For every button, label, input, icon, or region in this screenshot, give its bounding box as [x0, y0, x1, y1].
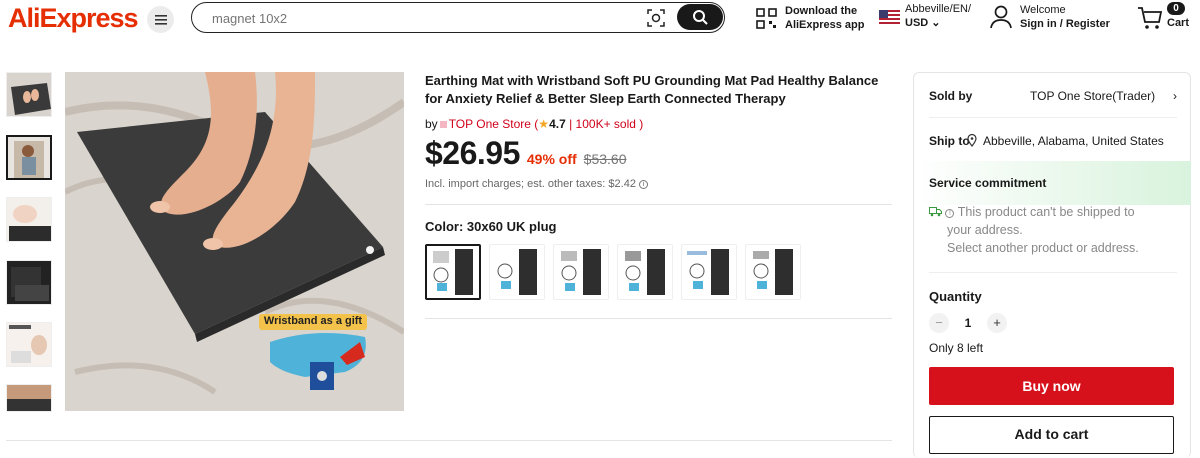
buy-now-button[interactable]: Buy now: [929, 367, 1174, 405]
user-icon: [990, 5, 1012, 29]
seller-name[interactable]: TOP One Store(Trader): [1030, 89, 1155, 103]
rating-value: 4.7: [549, 117, 566, 131]
tax-note-text: Incl. import charges; est. other taxes: …: [425, 178, 636, 190]
thumbnail-5[interactable]: [6, 322, 52, 367]
product-info: Earthing Mat with Wristband Soft PU Grou…: [425, 72, 892, 319]
current-price: $26.95: [425, 135, 520, 171]
app-download-line1: Download the: [785, 5, 858, 17]
by-label: by: [425, 117, 438, 131]
variant-option[interactable]: [681, 244, 737, 300]
variant-option[interactable]: [489, 244, 545, 300]
info-icon: !: [945, 209, 955, 218]
ship-to-label: Ship to: [929, 134, 970, 148]
us-flag-icon: [879, 10, 900, 24]
chevron-right-icon: ›: [1173, 89, 1177, 103]
variant-option[interactable]: [425, 244, 481, 300]
search-input[interactable]: [212, 9, 632, 27]
increase-quantity-button[interactable]: +: [987, 313, 1007, 333]
quantity-row: Quantity: [929, 289, 1177, 304]
service-message-1: This product can't be shipped to: [957, 205, 1135, 219]
image-search-icon[interactable]: [647, 9, 665, 27]
quantity-label: Quantity: [929, 289, 982, 304]
truck-icon: [929, 207, 942, 217]
qr-code-icon: [756, 7, 777, 29]
variant-option[interactable]: [617, 244, 673, 300]
star-icon: ★: [538, 117, 550, 131]
region-line1: Abbeville/EN/: [905, 3, 972, 15]
search-button[interactable]: [677, 4, 723, 30]
section-divider: [6, 440, 892, 441]
cart-label: Cart: [1167, 17, 1190, 29]
top-header: AliExpress Download the AliExpress app: [0, 0, 1200, 38]
cart-count-badge: 0: [1167, 2, 1185, 15]
add-to-cart-button[interactable]: Add to cart: [929, 416, 1174, 454]
thumbnail-4[interactable]: [6, 260, 52, 305]
quantity-stepper: − 1 +: [929, 313, 1007, 333]
hamburger-icon: [154, 14, 167, 25]
service-message-2: your address.: [947, 223, 1023, 237]
location-pin-icon: [967, 134, 977, 147]
account-link[interactable]: Welcome Sign in / Register: [990, 3, 1110, 31]
search-bar: [191, 2, 725, 33]
service-row: Service commitment: [929, 176, 1177, 190]
currency-label: USD: [905, 17, 929, 29]
aliexpress-logo[interactable]: AliExpress: [8, 3, 139, 34]
search-icon: [693, 10, 708, 25]
quantity-value[interactable]: 1: [949, 316, 987, 330]
thumbnail-6[interactable]: [6, 384, 52, 412]
sold-by-label: Sold by: [929, 89, 973, 103]
ship-to-row[interactable]: Ship to Abbeville, Alabama, United State…: [929, 134, 1177, 148]
tax-note: Incl. import charges; est. other taxes: …: [425, 178, 892, 190]
service-message: ! This product can't be shipped to your …: [929, 203, 1177, 257]
info-icon[interactable]: i: [639, 179, 649, 189]
sold-by-row[interactable]: Sold by TOP One Store(Trader) ›: [929, 89, 1177, 103]
color-label: Color: 30x60 UK plug: [425, 219, 557, 234]
price-row: $26.95 49% off $53.60: [425, 135, 892, 172]
store-icon: [439, 121, 447, 128]
service-label: Service commitment: [929, 176, 1047, 190]
region-selector[interactable]: Abbeville/EN/ USD ⌄: [879, 2, 971, 30]
store-link[interactable]: TOP One Store: [449, 117, 531, 131]
sold-count: | 100K+ sold ): [569, 117, 644, 131]
divider: [425, 318, 892, 319]
menu-button[interactable]: [147, 6, 174, 33]
divider: [929, 117, 1177, 118]
product-main-image[interactable]: Wristband as a gift: [65, 72, 404, 411]
variant-list: [425, 244, 892, 300]
earthing-mat-photo: [65, 72, 404, 411]
thumbnail-2[interactable]: [6, 135, 52, 180]
divider: [425, 204, 892, 205]
app-download-line2: AliExpress app: [785, 19, 865, 31]
welcome-text: Welcome: [1020, 4, 1066, 16]
service-message-3: Select another product or address.: [947, 241, 1139, 255]
thumbnail-1[interactable]: [6, 72, 52, 117]
cart-link[interactable]: 0 Cart: [1137, 2, 1197, 34]
original-price: $53.60: [583, 151, 627, 167]
variant-option[interactable]: [553, 244, 609, 300]
chevron-down-icon: ⌄: [931, 17, 941, 29]
gift-caption: Wristband as a gift: [263, 315, 363, 327]
divider: [929, 272, 1177, 273]
variant-option[interactable]: [745, 244, 801, 300]
sign-in-register[interactable]: Sign in / Register: [1020, 17, 1110, 31]
cart-icon: [1138, 7, 1163, 29]
app-download-link[interactable]: Download the AliExpress app: [756, 3, 864, 33]
store-line: by TOP One Store (★4.7 | 100K+ sold ): [425, 117, 892, 131]
stock-left: Only 8 left: [929, 341, 984, 355]
thumbnail-3[interactable]: [6, 197, 52, 242]
discount-badge: 49% off: [526, 151, 577, 167]
ship-to-value[interactable]: Abbeville, Alabama, United States: [983, 134, 1179, 148]
purchase-panel: Sold by TOP One Store(Trader) › Ship to …: [913, 72, 1191, 458]
product-title: Earthing Mat with Wristband Soft PU Grou…: [425, 73, 879, 106]
decrease-quantity-button[interactable]: −: [929, 313, 949, 333]
